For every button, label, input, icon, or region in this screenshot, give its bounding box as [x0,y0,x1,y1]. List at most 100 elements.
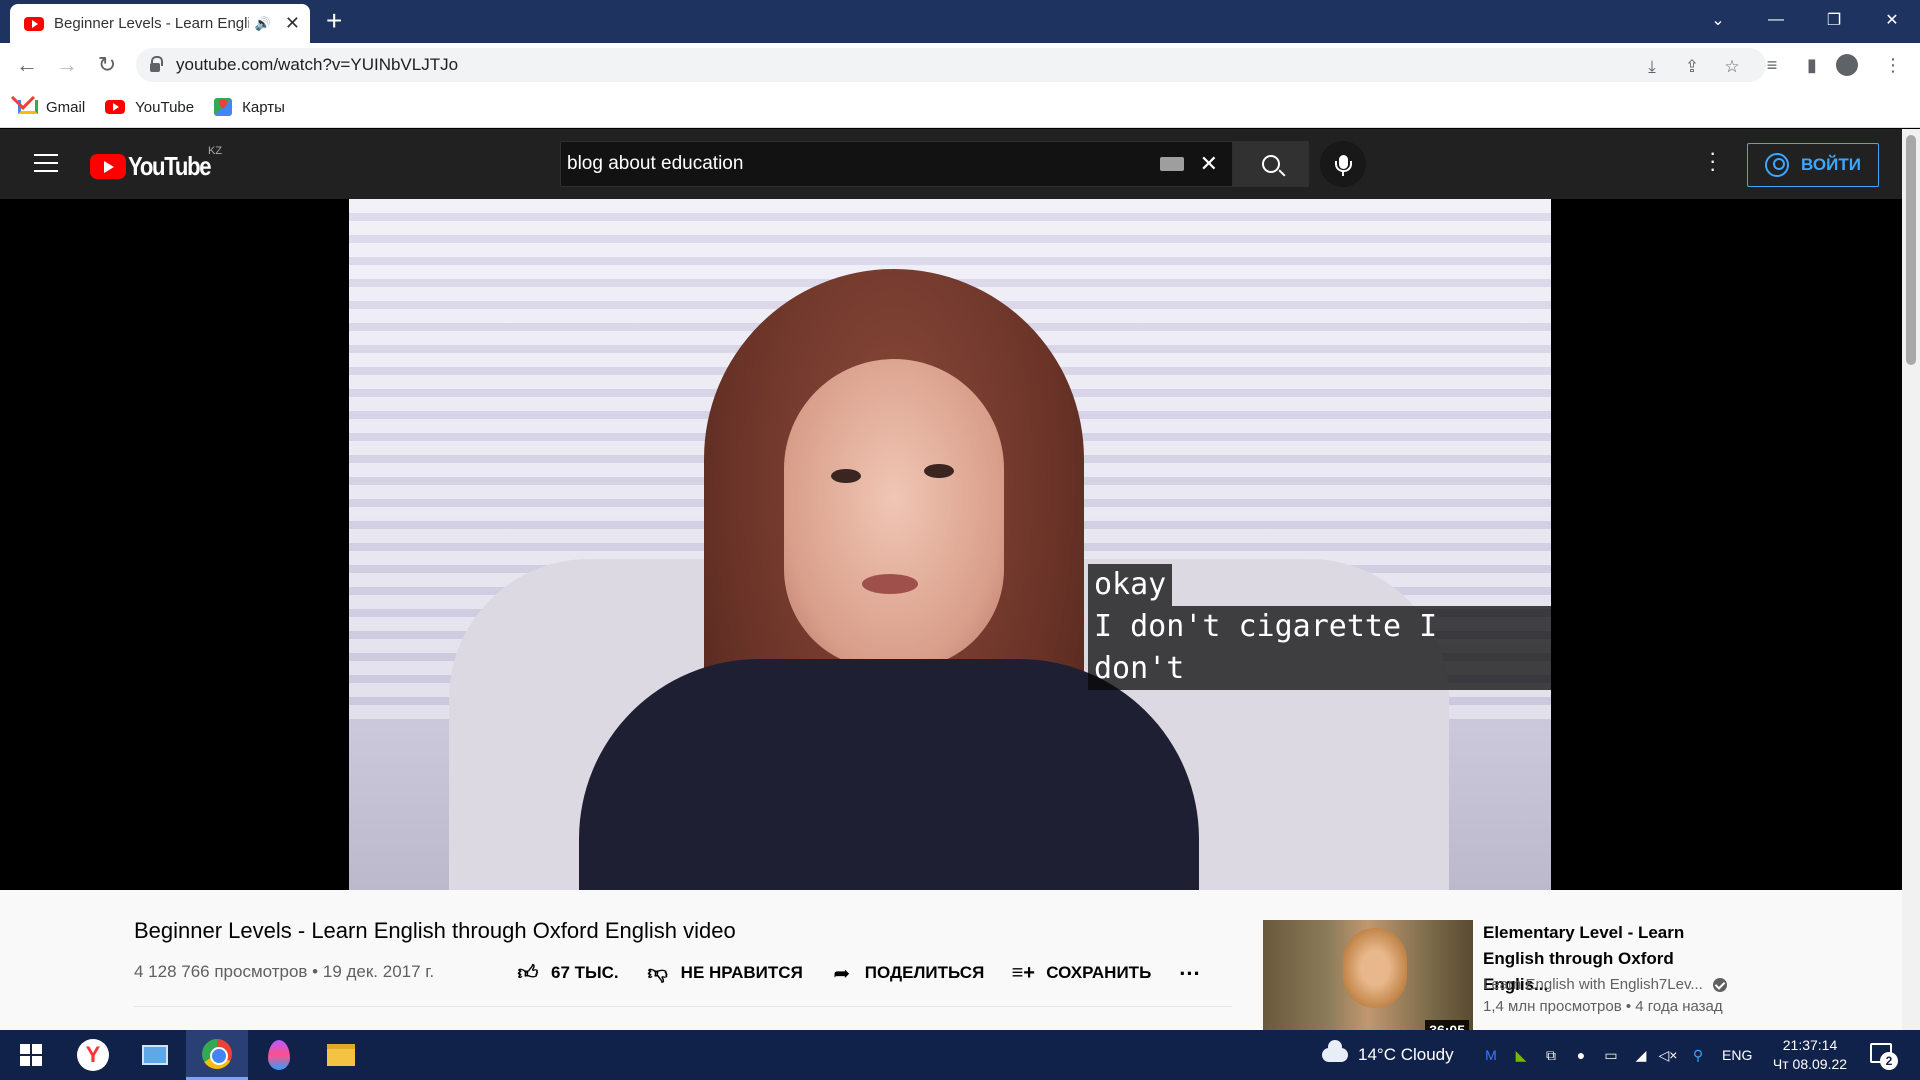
messenger-tray-icon[interactable]: M [1483,1047,1499,1063]
windows-logo-icon [20,1044,42,1066]
browser-tab-active[interactable]: Beginner Levels - Learn Engli 🔊 ✕ [10,4,310,43]
region-code: KZ [208,145,223,157]
save-label: СОХРАНИТЬ [1046,963,1152,982]
scrollbar-thumb[interactable] [1906,135,1916,365]
url-text[interactable]: youtube.com/watch?v=YUINbVLJTJo [176,55,458,75]
sign-in-button[interactable]: ВОЙТИ [1747,143,1879,187]
taskbar-app-drop[interactable] [248,1030,310,1080]
bookmark-label: Gmail [46,98,86,116]
chrome-icon [202,1038,232,1069]
video-actions: 👍︎ 67 ТЫС. 👎︎ НЕ НРАВИТСЯ ➦ ПОДЕЛИТЬСЯ ≡… [517,955,1201,985]
restore-button[interactable]: ❐ [1806,0,1862,40]
video-frame[interactable]: okay I don't cigarette I don't [349,199,1551,890]
clear-search-icon[interactable]: ✕ [1200,151,1218,177]
search-input[interactable]: blog about education ✕ [560,141,1233,187]
tab-strip: Beginner Levels - Learn Engli 🔊 ✕ + ⌄ — … [0,0,1920,43]
tab-title: Beginner Levels - Learn Engli [54,15,249,32]
bookmark-youtube[interactable]: YouTube [105,99,194,116]
back-button[interactable]: ← [12,50,42,80]
verified-icon [1712,977,1727,992]
bookmark-label: Карты [242,98,285,116]
recommended-video-thumbnail[interactable]: 36:05 [1263,920,1473,1040]
bookmarks-bar: Gmail YouTube Карты [0,87,1920,128]
close-tab-icon[interactable]: ✕ [285,13,300,34]
microphone-tray-icon[interactable]: ● [1573,1047,1589,1063]
share-button[interactable]: ➦ ПОДЕЛИТЬСЯ [831,962,985,985]
bookmark-label: YouTube [135,98,195,116]
right-eye [924,464,954,478]
taskbar-file-explorer[interactable] [310,1030,372,1080]
youtube-header: YouTube KZ blog about education ✕ · · · ВО… [0,129,1902,199]
nvidia-tray-icon[interactable]: ◣ [1513,1047,1529,1063]
close-window-button[interactable]: ✕ [1864,0,1920,40]
lock-icon[interactable] [150,55,163,72]
input-language[interactable]: ENG [1722,1030,1752,1080]
mouth [862,574,918,594]
youtube-play-icon [90,154,126,179]
woman-face [784,359,1004,669]
bookmark-maps[interactable]: Карты [214,98,285,116]
chrome-menu-icon[interactable]: ⋮ [1878,50,1908,80]
install-icon[interactable]: ⤓ [1640,55,1664,79]
save-button[interactable]: ≡+ СОХРАНИТЬ [1012,962,1152,984]
device-tray-icon[interactable]: ⧉ [1543,1047,1559,1063]
wifi-icon[interactable]: ◢ [1633,1047,1649,1063]
weather-widget[interactable]: 14°C Cloudy [1322,1030,1454,1080]
share-icon[interactable]: ⇪ [1680,55,1704,79]
tab-search-chevron-icon[interactable]: ⌄ [1690,0,1746,40]
menu-icon[interactable] [34,154,58,172]
audio-playing-icon[interactable]: 🔊 [255,16,271,32]
address-bar[interactable]: youtube.com/watch?v=YUINbVLJTJo ⤓ ⇪ ☆ [136,48,1766,82]
weather-text: 14°C Cloudy [1358,1045,1454,1064]
video-views-date: 4 128 766 просмотров • 19 дек. 2017 г. [134,962,435,981]
taskbar-yandex[interactable]: Y [62,1030,124,1080]
video-player[interactable]: okay I don't cigarette I don't [0,199,1902,890]
search-button[interactable] [1233,141,1309,187]
thumbs-down-icon: 👎︎ [647,962,668,984]
new-tab-button[interactable]: + [326,6,342,36]
divider [134,1006,1232,1007]
youtube-icon [105,100,126,114]
side-panel-icon[interactable]: ▮ [1797,50,1827,80]
volume-icon[interactable]: ◁× [1659,1047,1678,1063]
location-icon[interactable]: ⚲ [1690,1047,1706,1063]
settings-menu-icon[interactable]: · · · [1709,142,1716,180]
reload-button[interactable]: ↻ [92,50,122,80]
cloud-icon [1322,1040,1348,1062]
video-title: Beginner Levels - Learn English through … [134,918,736,943]
share-arrow-icon: ➦ [833,962,851,985]
start-button[interactable] [0,1030,62,1080]
recommended-video-meta: 1,4 млн просмотров • 4 года назад [1483,998,1723,1015]
media-control-icon[interactable]: ≡ [1757,50,1787,80]
minimize-button[interactable]: — [1748,0,1804,40]
keyboard-icon[interactable] [1159,157,1184,171]
maps-icon [214,98,233,116]
like-button[interactable]: 👍︎ 67 ТЫС. [517,962,619,984]
like-count: 67 ТЫС. [551,963,619,982]
notification-count: 2 [1880,1052,1898,1070]
recommended-channel[interactable]: Learn English with English7Lev... [1483,976,1727,993]
taskbar-chrome[interactable] [186,1030,248,1080]
voice-search-button[interactable] [1320,141,1366,187]
gmail-icon [18,100,38,114]
more-actions-icon[interactable]: ... [1179,955,1200,981]
page-scrollbar[interactable] [1902,129,1920,1030]
search-query[interactable]: blog about education [567,153,1160,175]
dislike-button[interactable]: 👎︎ НЕ НРАВИТСЯ [647,962,803,984]
taskbar-control-panel[interactable] [124,1030,186,1080]
forward-button[interactable]: → [52,50,82,80]
windows-taskbar: Y 14°C Cloudy M ◣ ⧉ ● ▭ ◢ ◁× ⚲ ENG 21:37… [0,1030,1920,1080]
navigation-bar: ← → ↻ youtube.com/watch?v=YUINbVLJTJo ⤓ … [0,43,1920,87]
sign-in-label: ВОЙТИ [1801,155,1861,174]
dark-shirt [579,659,1199,890]
thumbnail-person [1343,928,1407,1008]
system-clock[interactable]: 21:37:14 Чт 08.09.22 [1760,1036,1860,1074]
yandex-browser-icon: Y [77,1039,109,1071]
battery-icon[interactable]: ▭ [1603,1047,1619,1063]
bookmark-star-icon[interactable]: ☆ [1720,55,1744,79]
profile-avatar[interactable] [1836,54,1858,76]
share-label: ПОДЕЛИТЬСЯ [864,963,985,982]
youtube-logo[interactable]: YouTube [90,151,225,182]
bookmark-gmail[interactable]: Gmail [18,99,85,116]
video-info-section: Beginner Levels - Learn English through … [0,890,1902,1040]
